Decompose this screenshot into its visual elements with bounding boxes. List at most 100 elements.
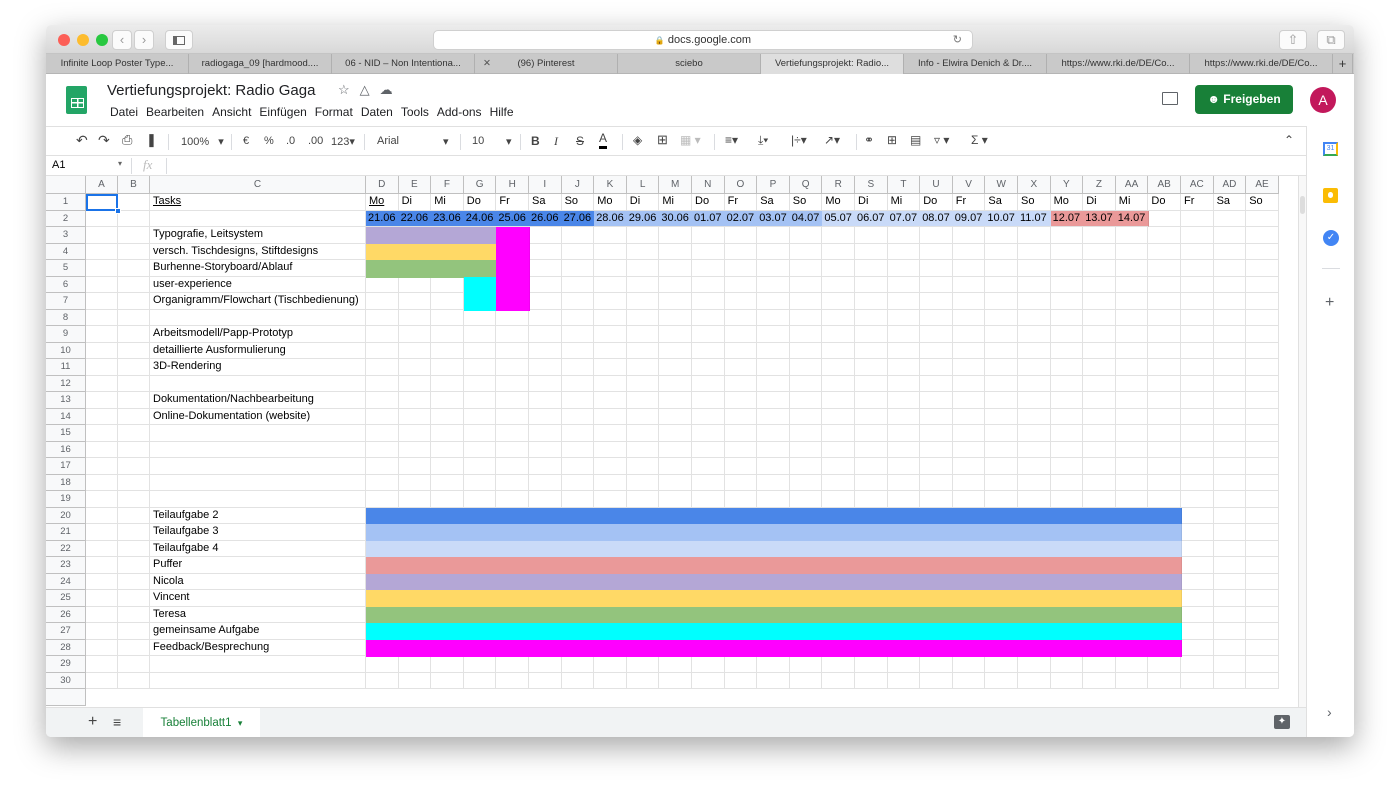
cell-w8[interactable]: [985, 309, 1018, 326]
cell-s3[interactable]: [855, 227, 888, 244]
column-header-b[interactable]: B: [118, 176, 150, 194]
column-header-c[interactable]: C: [150, 176, 366, 194]
cell-h29[interactable]: [496, 656, 529, 673]
cell-v15[interactable]: [952, 425, 986, 442]
cell-l3[interactable]: [626, 227, 660, 244]
cell-x30[interactable]: [1018, 672, 1051, 689]
cell-d8[interactable]: [366, 309, 399, 326]
cell-w4[interactable]: [985, 243, 1018, 260]
cell-n18[interactable]: [692, 474, 725, 491]
cell-x12[interactable]: [1018, 375, 1051, 392]
cell-w15[interactable]: [985, 425, 1018, 442]
cell-q12[interactable]: [789, 375, 823, 392]
share-page-button[interactable]: ⇧: [1279, 30, 1307, 50]
cell-b24[interactable]: [118, 573, 150, 590]
cell-k10[interactable]: [594, 342, 627, 359]
cell-ab16[interactable]: [1148, 441, 1181, 458]
cell-x11[interactable]: [1018, 359, 1051, 376]
cell-u13[interactable]: [920, 392, 953, 409]
cell-z8[interactable]: [1083, 309, 1116, 326]
cell-r5[interactable]: [822, 260, 855, 277]
cell-ad16[interactable]: [1213, 441, 1247, 458]
cell-d9[interactable]: [366, 326, 399, 343]
cell-q7[interactable]: [789, 293, 823, 310]
column-header-j[interactable]: J: [561, 176, 595, 194]
cell-u10[interactable]: [920, 342, 953, 359]
cell-ad4[interactable]: [1213, 243, 1247, 260]
cell-s5[interactable]: [855, 260, 888, 277]
cell-s6[interactable]: [855, 276, 888, 293]
cell-c29[interactable]: [150, 656, 366, 673]
cell-p6[interactable]: [757, 276, 790, 293]
column-header-ad[interactable]: AD: [1213, 176, 1247, 194]
cell-b18[interactable]: [118, 474, 150, 491]
cell-ac12[interactable]: [1181, 375, 1214, 392]
undo-icon[interactable]: ↶: [76, 132, 88, 149]
cell-a24[interactable]: [86, 573, 118, 590]
cell-l18[interactable]: [626, 474, 660, 491]
cell-e19[interactable]: [398, 491, 432, 508]
menu-einf-gen[interactable]: Einfügen: [255, 105, 310, 119]
cell-h16[interactable]: [496, 441, 529, 458]
cell-a3[interactable]: [86, 227, 118, 244]
cell-q6[interactable]: [789, 276, 823, 293]
cell-ae4[interactable]: [1246, 243, 1279, 260]
cell-q30[interactable]: [789, 672, 823, 689]
cell-m19[interactable]: [659, 491, 692, 508]
cell-o19[interactable]: [724, 491, 758, 508]
cell-b16[interactable]: [118, 441, 150, 458]
cell-r19[interactable]: [822, 491, 855, 508]
cell-ac5[interactable]: [1181, 260, 1214, 277]
cell-o14[interactable]: [724, 408, 758, 425]
cell-g17[interactable]: [463, 458, 497, 475]
cell-b11[interactable]: [118, 359, 150, 376]
cell-b28[interactable]: [118, 639, 150, 656]
cell-t16[interactable]: [887, 441, 921, 458]
cell-ac23[interactable]: [1181, 557, 1214, 574]
cell-m16[interactable]: [659, 441, 692, 458]
cell-p11[interactable]: [757, 359, 790, 376]
cell-g12[interactable]: [463, 375, 497, 392]
cell-l11[interactable]: [626, 359, 660, 376]
cell-u11[interactable]: [920, 359, 953, 376]
cell-ac8[interactable]: [1181, 309, 1214, 326]
cell-ad7[interactable]: [1213, 293, 1247, 310]
cell-j14[interactable]: [561, 408, 595, 425]
column-header-i[interactable]: I: [529, 176, 562, 194]
cell-ad12[interactable]: [1213, 375, 1247, 392]
cell-ad6[interactable]: [1213, 276, 1247, 293]
cell-n8[interactable]: [692, 309, 725, 326]
cell-t13[interactable]: [887, 392, 921, 409]
document-title[interactable]: Vertiefungsprojekt: Radio Gaga: [107, 82, 315, 99]
cell-t17[interactable]: [887, 458, 921, 475]
cell-ab15[interactable]: [1148, 425, 1181, 442]
cell-u30[interactable]: [920, 672, 953, 689]
cell-k5[interactable]: [594, 260, 627, 277]
cell-ad24[interactable]: [1213, 573, 1247, 590]
cell-ab6[interactable]: [1148, 276, 1181, 293]
cell-x8[interactable]: [1018, 309, 1051, 326]
collapse-toolbar-icon[interactable]: ⌃: [1284, 133, 1294, 147]
star-icon[interactable]: ☆: [338, 82, 350, 98]
functions-button[interactable]: Σ ▾: [971, 133, 988, 147]
cell-n5[interactable]: [692, 260, 725, 277]
cell-m11[interactable]: [659, 359, 692, 376]
row-header-11[interactable]: 11: [46, 359, 86, 376]
cell-s7[interactable]: [855, 293, 888, 310]
move-to-drive-icon[interactable]: △: [360, 82, 370, 98]
column-header-h[interactable]: H: [496, 176, 529, 194]
menu-ansicht[interactable]: Ansicht: [208, 105, 255, 119]
cell-e8[interactable]: [398, 309, 432, 326]
cell-ad15[interactable]: [1213, 425, 1247, 442]
cell-d11[interactable]: [366, 359, 399, 376]
fill-color-icon[interactable]: ◈: [633, 133, 642, 147]
cell-z29[interactable]: [1083, 656, 1116, 673]
cell-ae9[interactable]: [1246, 326, 1279, 343]
cell-o7[interactable]: [724, 293, 758, 310]
cell-g8[interactable]: [463, 309, 497, 326]
cell-q3[interactable]: [789, 227, 823, 244]
cell-ae29[interactable]: [1246, 656, 1279, 673]
cell-ae21[interactable]: [1246, 524, 1279, 541]
cell-ad19[interactable]: [1213, 491, 1247, 508]
cell-s15[interactable]: [855, 425, 888, 442]
